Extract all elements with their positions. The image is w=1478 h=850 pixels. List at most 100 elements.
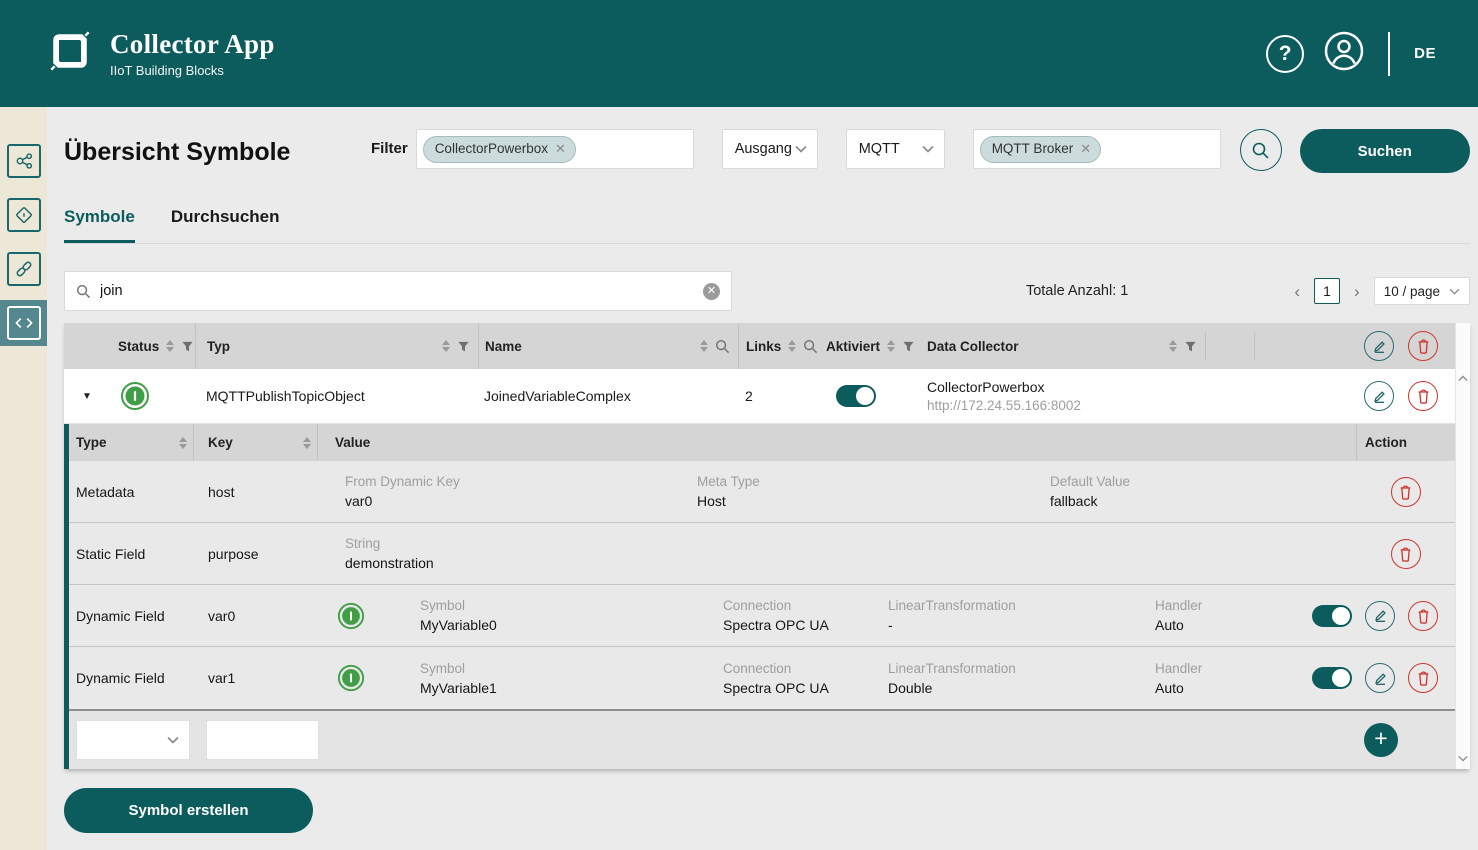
edit-button[interactable] xyxy=(1364,381,1394,411)
field-label: From Dynamic Key xyxy=(345,474,670,489)
user-icon[interactable] xyxy=(1324,31,1364,76)
delete-button[interactable] xyxy=(1408,381,1438,411)
pencil-icon xyxy=(1372,339,1387,354)
sub-column-value: Value xyxy=(318,424,1356,461)
sub-cell-type: Static Field xyxy=(69,523,194,584)
subtable-row: Dynamic Field var1 SymbolMyVariable1 Con… xyxy=(69,647,1455,709)
delete-button[interactable] xyxy=(1391,539,1421,569)
edit-button[interactable] xyxy=(1365,601,1395,631)
delete-button[interactable] xyxy=(1408,331,1438,361)
app-logo-icon xyxy=(47,28,93,79)
sub-cell-type: Dynamic Field xyxy=(69,585,194,646)
prev-page-icon[interactable]: ‹ xyxy=(1292,283,1302,300)
add-field-button[interactable]: + xyxy=(1364,723,1398,757)
column-header-collector: Data Collector xyxy=(912,323,1205,369)
subtable-row: Static Field purpose Stringdemonstration xyxy=(69,523,1455,585)
expand-row-icon[interactable]: ▼ xyxy=(64,391,110,402)
main-content: Übersicht Symbole Filter CollectorPowerb… xyxy=(47,107,1478,850)
sidebar-item-symbols[interactable] xyxy=(0,192,47,238)
create-symbol-button[interactable]: Symbol erstellen xyxy=(64,788,313,833)
symbol-search-input[interactable] xyxy=(100,283,694,299)
expanded-subtable: Type Key Value Action Metadata host Fr xyxy=(64,424,1455,769)
field-value: MyVariable0 xyxy=(420,617,706,633)
field-label: Symbol xyxy=(420,598,706,613)
delete-button[interactable] xyxy=(1408,601,1438,631)
language-selector[interactable]: DE xyxy=(1414,45,1436,62)
status-indicator-icon xyxy=(337,664,365,692)
help-icon[interactable]: ? xyxy=(1266,35,1304,73)
search-icon xyxy=(76,284,91,299)
sort-icon[interactable] xyxy=(442,340,450,352)
current-page[interactable]: 1 xyxy=(1314,278,1340,304)
sidebar xyxy=(0,107,47,850)
cell-data-collector: CollectorPowerbox http://172.24.55.166:8… xyxy=(912,379,1205,413)
sort-icon[interactable] xyxy=(179,437,187,449)
filter-label: Filter xyxy=(371,129,408,157)
sub-cell-key: purpose xyxy=(194,523,318,584)
app-header: Collector App IIoT Building Blocks ? DE xyxy=(0,0,1478,107)
field-value: - xyxy=(888,617,1138,633)
delete-button[interactable] xyxy=(1391,477,1421,507)
edit-button[interactable] xyxy=(1365,663,1395,693)
field-value: Double xyxy=(888,680,1138,696)
field-toggle[interactable] xyxy=(1312,605,1352,627)
header-divider xyxy=(1388,32,1390,76)
subtable-row: Dynamic Field var0 SymbolMyVariable0 Con… xyxy=(69,585,1455,647)
table-scrollbar[interactable] xyxy=(1455,323,1470,769)
filter-icon[interactable] xyxy=(1184,340,1197,353)
collector-filter-input[interactable]: CollectorPowerbox ✕ xyxy=(416,129,694,169)
edit-button[interactable] xyxy=(1364,331,1394,361)
symbols-table: Status Typ Name xyxy=(64,323,1470,769)
search-column-icon[interactable] xyxy=(715,339,730,354)
sort-icon[interactable] xyxy=(788,340,796,352)
page-size-select[interactable]: 10 / page xyxy=(1374,277,1470,305)
protocol-select[interactable]: MQTT xyxy=(846,129,945,169)
subtable-header-row: Type Key Value Action xyxy=(69,424,1455,461)
chain-link-icon xyxy=(7,252,41,286)
filter-icon[interactable] xyxy=(181,340,194,353)
delete-button[interactable] xyxy=(1408,663,1438,693)
scroll-up-icon[interactable] xyxy=(1458,375,1468,382)
code-brackets-icon xyxy=(7,306,41,340)
sort-icon[interactable] xyxy=(1169,340,1177,352)
search-icon-button[interactable] xyxy=(1240,129,1282,171)
filter-icon[interactable] xyxy=(457,340,470,353)
chip-remove-icon[interactable]: ✕ xyxy=(555,141,566,157)
field-label: Connection xyxy=(723,661,871,676)
sidebar-item-code[interactable] xyxy=(0,300,47,346)
next-page-icon[interactable]: › xyxy=(1352,283,1362,300)
sidebar-item-links[interactable] xyxy=(0,246,47,292)
sub-cell-key: host xyxy=(194,461,318,522)
sort-icon[interactable] xyxy=(303,437,311,449)
direction-select[interactable]: Ausgang xyxy=(722,129,818,169)
field-value: Spectra OPC UA xyxy=(723,680,871,696)
broker-filter-input[interactable]: MQTT Broker ✕ xyxy=(973,129,1221,169)
field-label: LinearTransformation xyxy=(888,598,1138,613)
trash-icon xyxy=(1416,608,1431,624)
tab-symbole[interactable]: Symbole xyxy=(64,207,135,243)
add-field-key-input[interactable] xyxy=(206,720,319,760)
sort-icon[interactable] xyxy=(166,340,174,352)
field-toggle[interactable] xyxy=(1312,667,1352,689)
field-label: Handler xyxy=(1155,661,1290,676)
scroll-down-icon[interactable] xyxy=(1458,755,1468,762)
table-row: ▼ MQTTPublishTopicObject JoinedVariableC… xyxy=(64,369,1455,424)
chip-remove-icon[interactable]: ✕ xyxy=(1080,141,1091,157)
chevron-down-icon xyxy=(795,145,807,153)
sort-icon[interactable] xyxy=(700,340,708,352)
field-value: demonstration xyxy=(345,555,670,571)
status-indicator-icon xyxy=(337,602,365,630)
aktiviert-toggle[interactable] xyxy=(836,385,876,407)
pagination: Totale Anzahl: 1 ‹ 1 › 10 / page xyxy=(1026,277,1470,305)
add-field-type-select[interactable] xyxy=(76,720,190,760)
suchen-button[interactable]: Suchen xyxy=(1300,129,1470,173)
table-header-row: Status Typ Name xyxy=(64,323,1455,369)
sort-icon[interactable] xyxy=(887,340,895,352)
sidebar-item-network[interactable] xyxy=(0,138,47,184)
sub-cell-key: var1 xyxy=(194,647,318,709)
field-value: Spectra OPC UA xyxy=(723,617,871,633)
sub-cell-type: Metadata xyxy=(69,461,194,522)
sub-column-key: Key xyxy=(194,424,318,461)
clear-search-icon[interactable]: ✕ xyxy=(703,283,720,300)
tab-durchsuchen[interactable]: Durchsuchen xyxy=(171,207,280,243)
